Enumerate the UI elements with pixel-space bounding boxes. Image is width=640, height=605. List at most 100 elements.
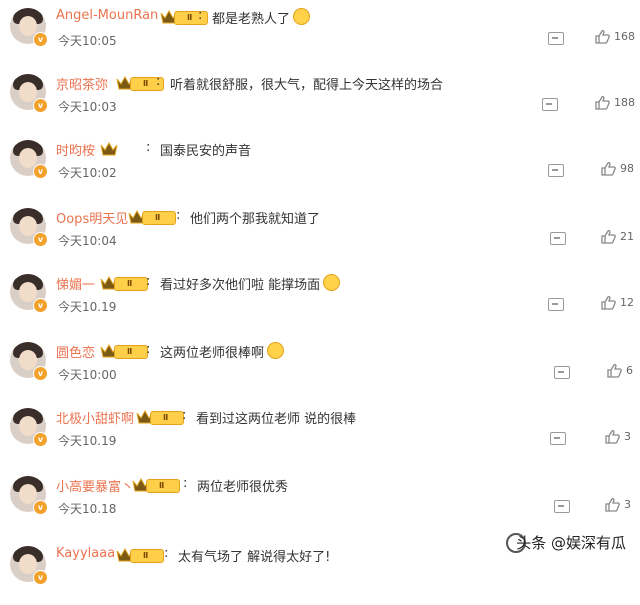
comment-text: 国泰民安的声音 bbox=[160, 140, 251, 159]
reply-icon[interactable] bbox=[554, 500, 570, 513]
commenter-name[interactable]: 悌媚一 bbox=[56, 274, 95, 293]
comment-row: v 时昀桉 : 国泰民安的声音 今天10:02 98 bbox=[0, 132, 640, 199]
avatar-face bbox=[19, 350, 37, 370]
member-crown-badge: Ⅱ bbox=[132, 477, 182, 493]
level-label: Ⅱ bbox=[159, 481, 165, 490]
watermark: 头条 @娱深有瓜 bbox=[516, 534, 626, 552]
comment-row: v Oops明天见 Ⅱ : 他们两个那我就知道了 今天10:04 21 bbox=[0, 200, 640, 267]
comment-time: 今天10:02 bbox=[58, 166, 117, 180]
verified-badge-icon: v bbox=[33, 98, 48, 113]
comment-text: 两位老师很优秀 bbox=[197, 476, 288, 495]
avatar-face bbox=[19, 148, 37, 168]
like-count: 3 bbox=[624, 430, 631, 443]
commenter-name[interactable]: 圆色恋 bbox=[56, 342, 95, 361]
comment-body: 都是老熟人了 bbox=[212, 12, 291, 27]
like-thumb-icon[interactable] bbox=[606, 363, 622, 379]
like-count: 12 bbox=[620, 296, 634, 309]
commenter-name[interactable]: Oops明天见 bbox=[56, 208, 128, 227]
level-label: Ⅱ bbox=[127, 279, 133, 288]
like-thumb-icon[interactable] bbox=[594, 95, 610, 111]
emoji-icon bbox=[293, 8, 311, 25]
reply-icon[interactable] bbox=[550, 432, 566, 445]
like-count: 6 bbox=[626, 364, 633, 377]
emoji-icon bbox=[323, 274, 341, 291]
reply-icon[interactable] bbox=[542, 98, 558, 111]
like-count: 3 bbox=[624, 498, 631, 511]
level-pill: Ⅱ bbox=[150, 411, 184, 425]
commenter-name[interactable]: 北极小甜虾啊 bbox=[56, 408, 134, 427]
reply-icon[interactable] bbox=[548, 164, 564, 177]
level-label: Ⅱ bbox=[143, 551, 149, 560]
colon-separator: : bbox=[146, 140, 151, 155]
like-thumb-icon[interactable] bbox=[600, 295, 616, 311]
colon-separator: : bbox=[182, 408, 187, 423]
member-crown-badge bbox=[100, 141, 150, 157]
comment-body: 太有气场了 解说得太好了! bbox=[178, 550, 331, 565]
comment-body: 听着就很舒服，很大气，配得上今天这样的场合 bbox=[170, 78, 444, 93]
reply-icon[interactable] bbox=[548, 298, 564, 311]
like-thumb-icon[interactable] bbox=[600, 161, 616, 177]
comment-row: v 悌媚一 Ⅱ : 看过好多次他们啦 能撑场面 今天10.19 12 bbox=[0, 266, 640, 333]
avatar-face bbox=[19, 484, 37, 504]
like-thumb-icon[interactable] bbox=[594, 29, 610, 45]
comment-time: 今天10.19 bbox=[58, 300, 117, 314]
avatar-face bbox=[19, 216, 37, 236]
comment-time: 今天10:03 bbox=[58, 100, 117, 114]
comment-body: 两位老师很优秀 bbox=[197, 480, 289, 495]
comment-row: v 小高要暴富丶 Ⅱ : 两位老师很优秀 今天10.18 3 bbox=[0, 468, 640, 535]
reply-icon[interactable] bbox=[554, 366, 570, 379]
reply-icon[interactable] bbox=[550, 232, 566, 245]
like-thumb-icon[interactable] bbox=[600, 229, 616, 245]
member-crown-badge: Ⅱ bbox=[100, 275, 150, 291]
verified-badge-icon: v bbox=[33, 232, 48, 247]
colon-separator: : bbox=[146, 342, 151, 357]
like-thumb-icon[interactable] bbox=[604, 429, 620, 445]
member-crown-badge: Ⅱ bbox=[100, 343, 150, 359]
level-pill: Ⅱ bbox=[114, 345, 148, 359]
comment-text: 太有气场了 解说得太好了! bbox=[178, 546, 330, 565]
commenter-name[interactable]: 京昭茶弥 bbox=[56, 74, 108, 93]
level-pill: Ⅱ bbox=[146, 479, 180, 493]
commenter-name[interactable]: 时昀桉 bbox=[56, 140, 95, 159]
level-pill: Ⅱ bbox=[114, 277, 148, 291]
verified-badge-icon: v bbox=[33, 32, 48, 47]
like-count: 21 bbox=[620, 230, 634, 243]
avatar-face bbox=[19, 16, 37, 36]
colon-separator: : bbox=[146, 274, 151, 289]
comment-text: 看过好多次他们啦 能撑场面 bbox=[160, 274, 341, 293]
comment-row: v Angel-MounRan Ⅱ : 都是老熟人了 今天10:05 168 bbox=[0, 0, 640, 67]
level-label: Ⅱ bbox=[155, 213, 161, 222]
verified-badge-icon: v bbox=[33, 570, 48, 585]
comment-time: 今天10.18 bbox=[58, 502, 117, 516]
crown-icon bbox=[100, 141, 118, 156]
level-label: Ⅱ bbox=[143, 79, 149, 88]
like-count: 168 bbox=[614, 30, 635, 43]
avatar-face bbox=[19, 416, 37, 436]
comment-time: 今天10:05 bbox=[58, 34, 117, 48]
colon-separator: : bbox=[183, 476, 188, 491]
colon-separator: : bbox=[176, 208, 181, 223]
level-pill: Ⅱ bbox=[130, 549, 164, 563]
comment-text: 看到过这两位老师 说的很棒 bbox=[196, 408, 356, 427]
level-label: Ⅱ bbox=[163, 413, 169, 422]
level-pill: Ⅱ bbox=[142, 211, 176, 225]
level-label: Ⅱ bbox=[127, 347, 133, 356]
comment-time: 今天10:00 bbox=[58, 368, 117, 382]
commenter-name[interactable]: Angel-MounRan bbox=[56, 8, 158, 23]
avatar-face bbox=[19, 554, 37, 574]
verified-badge-icon: v bbox=[33, 298, 48, 313]
commenter-name[interactable]: Kayylaaa bbox=[56, 546, 115, 561]
level-label: Ⅱ bbox=[187, 13, 193, 22]
comment-text: 听着就很舒服，很大气，配得上今天这样的场合 bbox=[170, 74, 443, 93]
comment-body: 国泰民安的声音 bbox=[160, 144, 252, 159]
colon-separator: : bbox=[156, 74, 161, 89]
emoji-icon bbox=[267, 342, 285, 359]
commenter-name[interactable]: 小高要暴富丶 bbox=[56, 476, 134, 495]
member-crown-badge: Ⅱ bbox=[136, 409, 186, 425]
verified-badge-icon: v bbox=[33, 366, 48, 381]
like-thumb-icon[interactable] bbox=[604, 497, 620, 513]
reply-icon[interactable] bbox=[548, 32, 564, 45]
comment-text: 都是老熟人了 bbox=[212, 8, 311, 27]
comment-body: 看过好多次他们啦 能撑场面 bbox=[160, 278, 321, 293]
member-crown-badge: Ⅱ bbox=[116, 547, 166, 563]
